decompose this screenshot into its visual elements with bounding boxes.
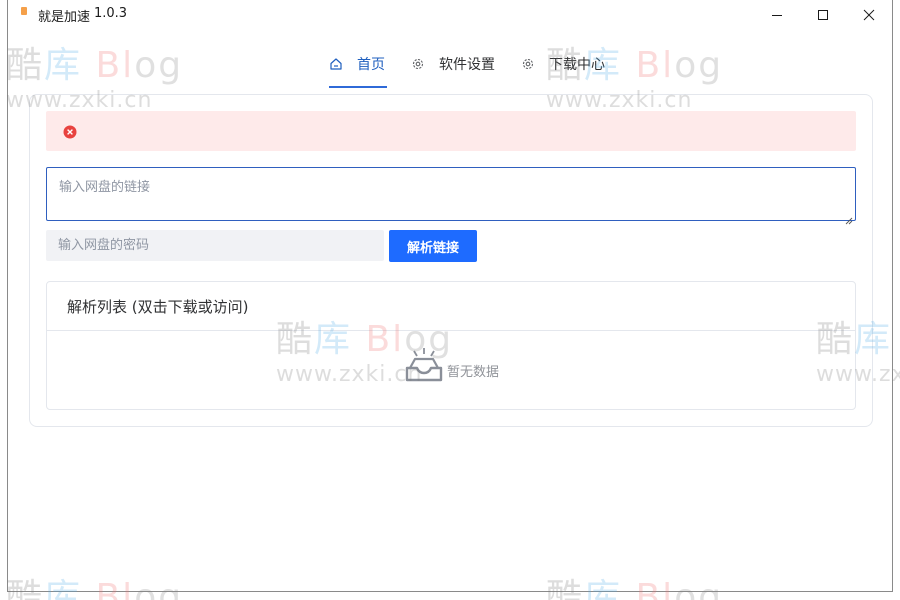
- resize-grip-icon[interactable]: [845, 210, 853, 229]
- error-icon: [63, 124, 77, 143]
- gear-icon: [521, 57, 535, 71]
- app-title: 就是加速: [38, 10, 91, 25]
- tab-downloads-label: 下载中心: [549, 57, 605, 73]
- share-password-input[interactable]: [46, 230, 384, 261]
- parse-list-header: 解析列表 (双击下载或访问): [47, 282, 855, 331]
- minimize-button[interactable]: [754, 0, 800, 30]
- empty-state: 暂无数据: [47, 331, 855, 409]
- tab-settings-label: 软件设置: [439, 57, 495, 73]
- close-icon: [863, 9, 875, 21]
- parse-list-title: 解析列表 (双击下载或访问): [67, 298, 249, 316]
- top-nav: 首页 软件设置 下载中心: [8, 40, 892, 90]
- title-bar[interactable]: 就是加速 1.0.3: [8, 0, 892, 30]
- minimize-icon: [772, 15, 782, 16]
- close-button[interactable]: [846, 0, 892, 30]
- tab-home[interactable]: 首页: [329, 40, 385, 88]
- empty-text: 暂无数据: [447, 365, 500, 380]
- empty-inbox-icon: [403, 346, 445, 390]
- tab-downloads[interactable]: 下载中心: [521, 40, 605, 88]
- app-version: 1.0.3: [94, 6, 128, 21]
- maximize-button[interactable]: [800, 0, 846, 30]
- app-window: 就是加速 1.0.3 首页 软件设置 下载中心 输入网盘的链接 输入网盘的密码 …: [7, 0, 893, 592]
- error-alert: [46, 111, 856, 151]
- parse-link-button[interactable]: 解析链接: [389, 230, 477, 262]
- tab-settings[interactable]: 软件设置: [411, 40, 495, 88]
- home-icon: [329, 57, 343, 71]
- maximize-icon: [818, 10, 828, 20]
- parse-list-panel: 解析列表 (双击下载或访问) 暂无数据: [46, 281, 856, 410]
- share-link-input[interactable]: [46, 167, 856, 221]
- gear-icon: [411, 57, 425, 71]
- tab-home-label: 首页: [357, 57, 385, 73]
- active-tab-indicator: [329, 86, 387, 88]
- app-icon: [21, 7, 27, 15]
- main-card: 解析链接 解析列表 (双击下载或访问) 暂无数据: [29, 94, 873, 427]
